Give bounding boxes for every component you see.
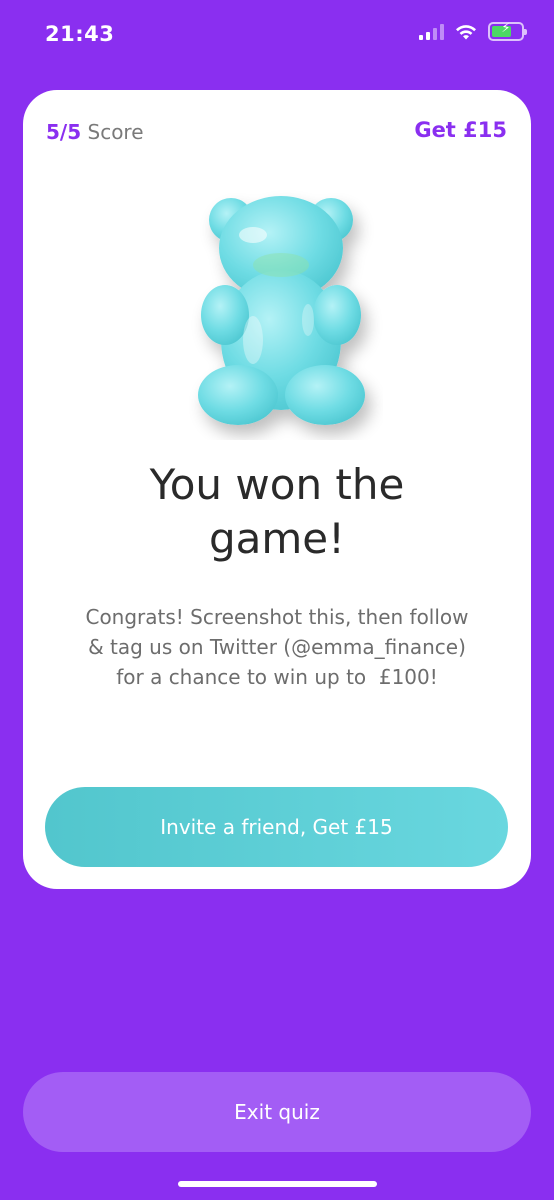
invite-friend-button[interactable]: Invite a friend, Get £15 — [45, 787, 508, 867]
result-card: 5/5 Score Get £15 You won the game! Cong… — [23, 90, 531, 889]
gummy-bear-image — [183, 190, 383, 440]
congrats-line-1: Congrats! Screenshot this, then follow — [85, 605, 469, 629]
exit-quiz-button[interactable]: Exit quiz — [23, 1072, 531, 1152]
score: 5/5 Score — [46, 120, 144, 144]
battery-charging-icon: ⚡ — [488, 21, 527, 41]
congrats-line-2: & tag us on Twitter (@emma_finance) — [88, 635, 466, 659]
status-bar: 21:43 ⚡ — [0, 0, 554, 70]
score-label: Score — [81, 120, 144, 144]
status-icons: ⚡ — [419, 21, 527, 41]
get-reward-link[interactable]: Get £15 — [414, 118, 507, 142]
home-indicator — [178, 1181, 377, 1187]
signal-icon — [419, 23, 444, 40]
congrats-message: Congrats! Screenshot this, then follow & … — [53, 602, 501, 692]
headline-line-2: game! — [209, 514, 345, 563]
congrats-line-3: for a chance to win up to £100! — [116, 665, 438, 689]
headline: You won the game! — [23, 458, 531, 566]
score-value: 5/5 — [46, 120, 82, 144]
wifi-icon — [456, 24, 476, 39]
status-time: 21:43 — [45, 22, 115, 46]
headline-line-1: You won the — [149, 460, 405, 509]
